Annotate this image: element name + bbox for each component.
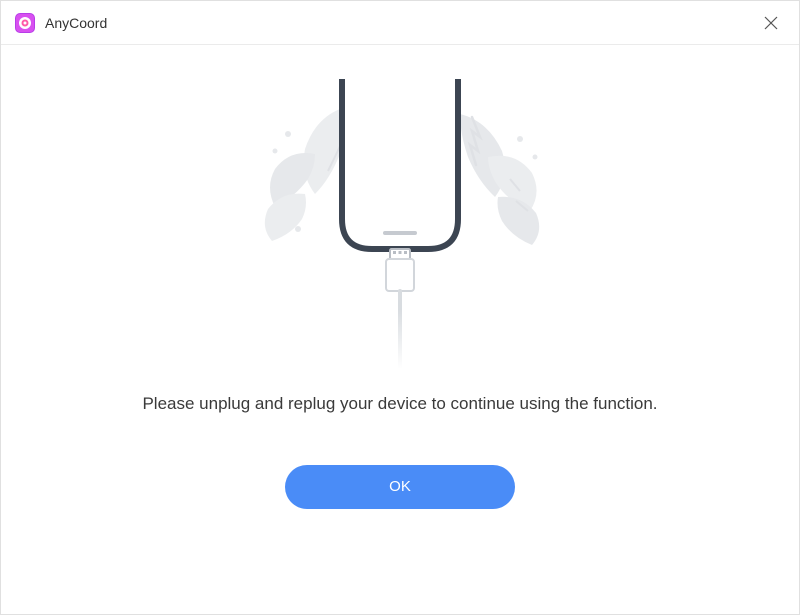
app-logo-icon [15, 13, 35, 33]
close-button[interactable] [757, 9, 785, 37]
instruction-message: Please unplug and replug your device to … [142, 391, 657, 417]
content-area: Please unplug and replug your device to … [1, 45, 799, 614]
app-title: AnyCoord [45, 15, 757, 31]
titlebar: AnyCoord [1, 1, 799, 45]
close-icon [764, 16, 778, 30]
app-window: AnyCoord [0, 0, 800, 615]
ok-button[interactable]: OK [285, 465, 515, 509]
unplug-illustration [220, 79, 580, 369]
